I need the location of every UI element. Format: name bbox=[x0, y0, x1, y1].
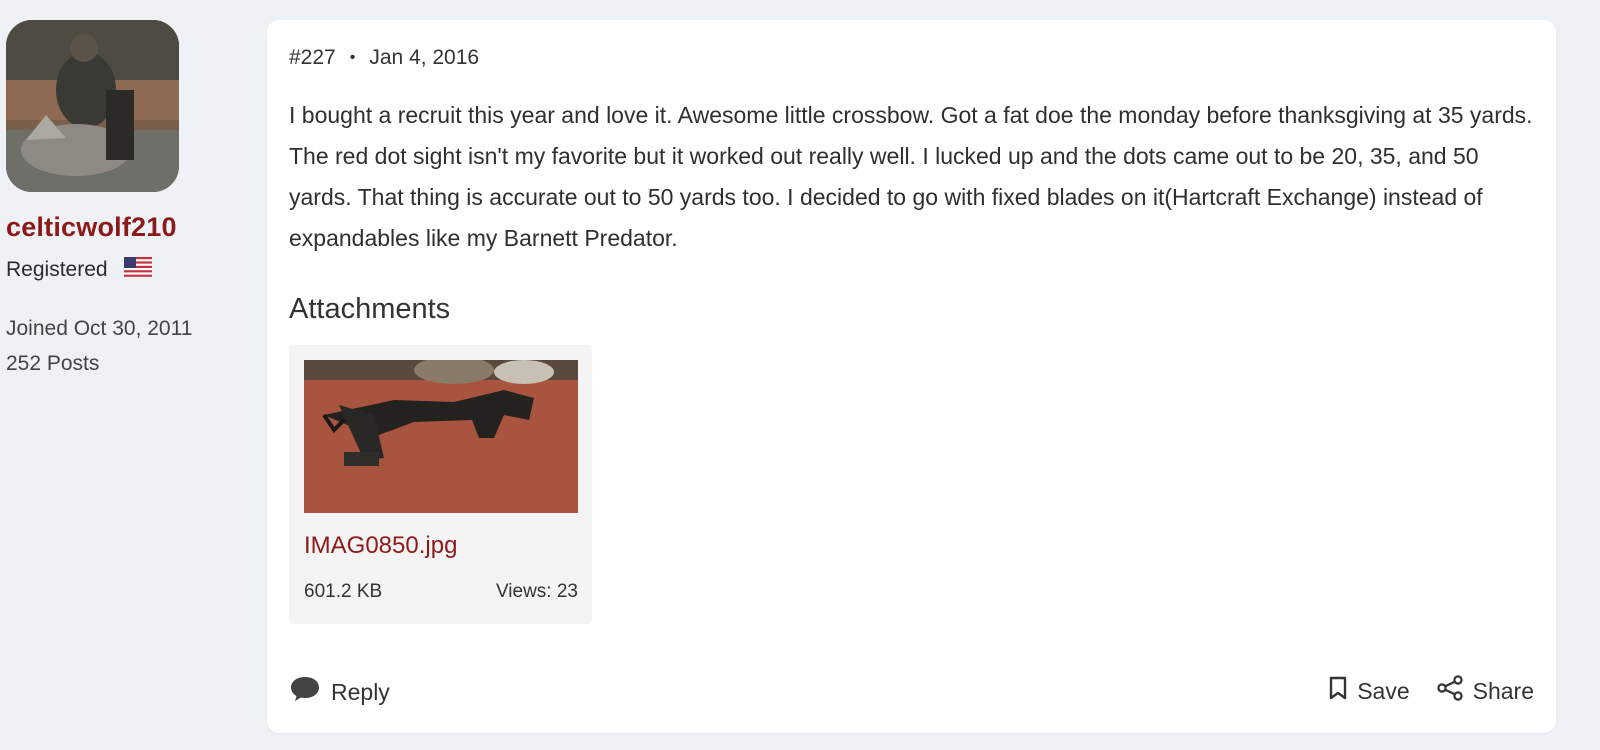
post-card: #227 • Jan 4, 2016 I bought a recruit th… bbox=[267, 20, 1556, 733]
us-flag-icon bbox=[123, 257, 152, 283]
attachment-size: 601.2 KB bbox=[304, 581, 383, 602]
meta-separator: • bbox=[349, 49, 356, 66]
user-avatar[interactable] bbox=[6, 20, 179, 192]
attachment-item[interactable]: IMAG0850.jpg 601.2 KB Views: 23 bbox=[289, 345, 592, 624]
share-button[interactable]: Share bbox=[1436, 675, 1534, 707]
reply-button[interactable]: Reply bbox=[289, 675, 390, 709]
user-sidebar: celticwolf210 Registered Joined Oct 30, … bbox=[6, 20, 236, 381]
post-date[interactable]: Jan 4, 2016 bbox=[369, 46, 479, 70]
attachments-heading: Attachments bbox=[289, 293, 451, 325]
user-role: Registered bbox=[6, 257, 236, 283]
post-number-link[interactable]: #227 bbox=[289, 46, 336, 70]
joined-date: Joined Oct 30, 2011 bbox=[6, 317, 193, 340]
share-icon bbox=[1436, 675, 1464, 707]
attachment-thumbnail[interactable] bbox=[304, 360, 578, 513]
attachment-views: Views: 23 bbox=[495, 581, 578, 602]
save-button[interactable]: Save bbox=[1328, 676, 1410, 706]
reply-label: Reply bbox=[331, 678, 390, 705]
post-meta: #227 • Jan 4, 2016 bbox=[289, 46, 479, 70]
speech-bubble-icon bbox=[289, 675, 321, 709]
post-actions: Save Share bbox=[1328, 675, 1534, 707]
role-label: Registered bbox=[6, 258, 108, 281]
user-stats: Joined Oct 30, 2011 252 Posts bbox=[6, 311, 236, 381]
bookmark-icon bbox=[1328, 676, 1348, 706]
share-label: Share bbox=[1472, 677, 1534, 704]
attachment-filename-link[interactable]: IMAG0850.jpg bbox=[304, 532, 457, 560]
post-body-text: I bought a recruit this year and love it… bbox=[289, 102, 1533, 251]
post-count: 252 Posts bbox=[6, 352, 100, 375]
post-footer: Reply Save Share bbox=[289, 675, 1534, 709]
username-link[interactable]: celticwolf210 bbox=[6, 212, 236, 243]
save-label: Save bbox=[1357, 677, 1410, 704]
